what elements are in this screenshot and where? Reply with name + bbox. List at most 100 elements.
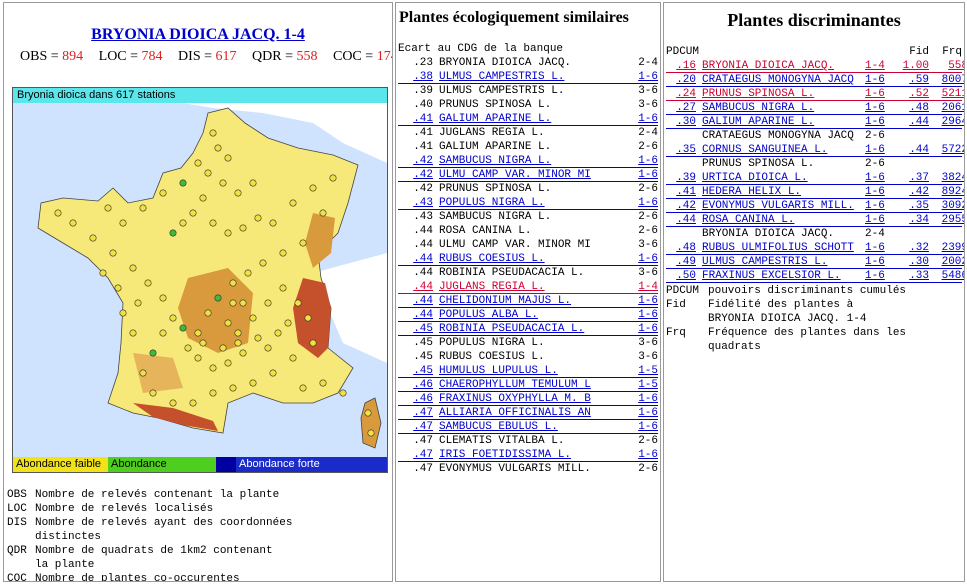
- pdcum-value: .42: [676, 200, 696, 212]
- discrim-row[interactable]: .48RUBUS ULMIFOLIUS SCHOTT1-6 .32 2399: [666, 241, 964, 255]
- occurrence-point: [159, 329, 167, 337]
- occurrence-point: [114, 284, 122, 292]
- plant-link[interactable]: HEDERA HELIX L.: [696, 185, 865, 198]
- plant-link[interactable]: SAMBUCUS EBULUS L.: [433, 420, 600, 433]
- plant-link[interactable]: URTICA DIOICA L.: [696, 171, 865, 184]
- discriminant-panel: Plantes discriminantes PDCUM Fid Frq .16…: [663, 2, 965, 582]
- pdcum-value: [666, 227, 696, 241]
- similar-row[interactable]: .43 POPULUS NIGRA L. 1-6: [398, 196, 658, 210]
- distance-value: .45: [413, 323, 433, 335]
- plant-link[interactable]: SAMBUCUS NIGRA L.: [433, 154, 600, 167]
- plant-link[interactable]: RUBUS ULMIFOLIUS SCHOTT: [696, 241, 865, 254]
- distance-value: .44: [413, 253, 433, 265]
- plant-link[interactable]: CHELIDONIUM MAJUS L.: [433, 294, 600, 307]
- distance-value: .46: [413, 393, 433, 405]
- occurrence-point: [269, 369, 277, 377]
- plant-link[interactable]: HUMULUS LUPULUS L.: [433, 364, 600, 377]
- frq-value: 558: [948, 60, 964, 72]
- plant-link[interactable]: RUBUS COESIUS L.: [433, 252, 600, 265]
- similar-row: .43 SAMBUCUS NIGRA L. 2-6: [398, 210, 658, 224]
- level-range: 3-6: [638, 337, 658, 349]
- similar-row[interactable]: .47 SAMBUCUS EBULUS L. 1-6: [398, 420, 658, 434]
- level-range: 3-6: [638, 99, 658, 111]
- note-row: BRYONIA DIOICA JACQ. 1-4: [708, 313, 867, 325]
- frq-value: 8007: [941, 74, 964, 86]
- occurrence-point: [189, 209, 197, 217]
- fid-value: .59: [909, 74, 929, 86]
- discrim-row[interactable]: .49ULMUS CAMPESTRIS L.1-6 .30 2002: [666, 255, 964, 269]
- pdcum-value: .16: [676, 60, 696, 72]
- discrim-row[interactable]: .20CRATAEGUS MONOGYNA JACQ1-6 .59 8007: [666, 73, 964, 87]
- similar-row[interactable]: .44 CHELIDONIUM MAJUS L. 1-6: [398, 294, 658, 308]
- plant-link[interactable]: JUGLANS REGIA L.: [433, 280, 600, 293]
- distance-value: .45: [413, 365, 433, 377]
- plant-link[interactable]: SAMBUCUS NIGRA L.: [696, 101, 865, 114]
- similar-row[interactable]: .45 HUMULUS LUPULUS L. 1-5: [398, 364, 658, 378]
- occurrence-point: [214, 144, 222, 152]
- plant-link[interactable]: BRYONIA DIOICA JACQ.: [696, 59, 865, 72]
- plant-link[interactable]: FRAXINUS OXYPHYLLA M. B: [433, 392, 600, 405]
- discrim-row[interactable]: .16BRYONIA DIOICA JACQ.1-4 1.00 558: [666, 59, 964, 73]
- occurrence-point: [239, 299, 247, 307]
- distribution-map[interactable]: Bryonia dioica dans 617 stations Abondan…: [12, 87, 388, 473]
- discrim-row[interactable]: .44ROSA CANINA L.1-6 .34 2955: [666, 213, 964, 227]
- similar-row[interactable]: .42 SAMBUCUS NIGRA L. 1-6: [398, 154, 658, 168]
- plant-link[interactable]: PRUNUS SPINOSA L.: [696, 87, 865, 100]
- glossary-row: QDR Nombre de quadrats de 1km2 contenant: [7, 545, 273, 557]
- similar-row[interactable]: .44 RUBUS COESIUS L. 1-6: [398, 252, 658, 266]
- plant-link[interactable]: GALIUM APARINE L.: [696, 115, 865, 128]
- discrim-row[interactable]: .50FRAXINUS EXCELSIOR L.1-6 .33 5486: [666, 269, 964, 283]
- plant-link[interactable]: ULMUS CAMPESTRIS L.: [696, 255, 865, 268]
- similar-row[interactable]: .44 POPULUS ALBA L. 1-6: [398, 308, 658, 322]
- plant-link[interactable]: ROBINIA PSEUDACACIA L.: [433, 322, 600, 335]
- discrim-row[interactable]: .24PRUNUS SPINOSA L.1-6 .52 5211: [666, 87, 964, 101]
- distance-value: .47: [413, 449, 433, 461]
- occurrence-point: [209, 219, 217, 227]
- similar-row[interactable]: .47 ALLIARIA OFFICINALIS AN 1-6: [398, 406, 658, 420]
- plant-link[interactable]: IRIS FOETIDISSIMA L.: [433, 448, 600, 461]
- similar-row[interactable]: .42 ULMU CAMP VAR. MINOR MI 1-6: [398, 168, 658, 182]
- similar-row: .47 CLEMATIS VITALBA L. 2-6: [398, 434, 658, 448]
- plant-link[interactable]: CRATAEGUS MONOGYNA JACQ: [696, 73, 865, 86]
- occurrence-point: [199, 339, 207, 347]
- similar-row: .41 JUGLANS REGIA L. 2-4: [398, 126, 658, 140]
- plant-link[interactable]: ULMU CAMP VAR. MINOR MI: [433, 168, 600, 181]
- similar-row: .40 PRUNUS SPINOSA L. 3-6: [398, 98, 658, 112]
- plant-name: JUGLANS REGIA L.: [439, 127, 545, 139]
- similar-list: .23 BRYONIA DIOICA JACQ. 2-4.38 ULMUS CAMPE…: [398, 56, 658, 476]
- level-range: 2-6: [638, 435, 658, 447]
- similar-title: Plantes écologiquement similaires: [399, 9, 629, 26]
- distance-value: .47: [413, 421, 433, 433]
- discrim-row[interactable]: .35CORNUS SANGUINEA L.1-6 .44 5722: [666, 143, 964, 157]
- fid-value: [899, 157, 929, 171]
- plant-link[interactable]: POPULUS ALBA L.: [433, 308, 600, 321]
- plant-link[interactable]: FRAXINUS EXCELSIOR L.: [696, 269, 865, 282]
- occurrence-point: [254, 214, 262, 222]
- plant-name: ROBINIA PSEUDACACIA L.: [439, 267, 585, 279]
- similar-row[interactable]: .38 ULMUS CAMPESTRIS L. 1-6: [398, 70, 658, 84]
- pdcum-value: .27: [676, 102, 696, 114]
- similar-row[interactable]: .45 ROBINIA PSEUDACACIA L. 1-6: [398, 322, 658, 336]
- plant-link[interactable]: POPULUS NIGRA L.: [433, 196, 600, 209]
- discrim-row[interactable]: .42EVONYMUS VULGARIS MILL.1-6 .35 3092: [666, 199, 964, 213]
- discrim-row[interactable]: .41HEDERA HELIX L.1-6 .42 8924: [666, 185, 964, 199]
- similar-row[interactable]: .46 CHAEROPHYLLUM TEMULUM L 1-5: [398, 378, 658, 392]
- discrim-row[interactable]: .30GALIUM APARINE L.1-6 .44 2964: [666, 115, 964, 129]
- discrim-row[interactable]: .27SAMBUCUS NIGRA L.1-6 .48 2061: [666, 101, 964, 115]
- plant-link[interactable]: CORNUS SANGUINEA L.: [696, 143, 865, 156]
- similar-row[interactable]: .46 FRAXINUS OXYPHYLLA M. B 1-6: [398, 392, 658, 406]
- plant-link[interactable]: ALLIARIA OFFICINALIS AN: [433, 406, 600, 419]
- plant-link[interactable]: CHAEROPHYLLUM TEMULUM L: [433, 378, 600, 391]
- similar-row: .45 RUBUS COESIUS L. 3-6: [398, 350, 658, 364]
- similar-row: .47 EVONYMUS VULGARIS MILL. 2-6: [398, 462, 658, 476]
- similar-row[interactable]: .47 IRIS FOETIDISSIMA L. 1-6: [398, 448, 658, 462]
- plant-link[interactable]: ULMUS CAMPESTRIS L.: [433, 70, 600, 83]
- similar-row[interactable]: .41 GALIUM APARINE L. 1-6: [398, 112, 658, 126]
- similar-row[interactable]: .44 JUGLANS REGIA L. 1-4: [398, 280, 658, 294]
- plant-link[interactable]: GALIUM APARINE L.: [433, 112, 600, 125]
- discrim-row[interactable]: .39URTICA DIOICA L.1-6 .37 3824: [666, 171, 964, 185]
- discrim-row: CRATAEGUS MONOGYNA JACQ 2-6: [666, 129, 962, 143]
- plant-link[interactable]: EVONYMUS VULGARIS MILL.: [696, 199, 865, 212]
- species-title-link[interactable]: BRYONIA DIOICA JACQ. 1-4: [4, 26, 392, 44]
- plant-link[interactable]: ROSA CANINA L.: [696, 213, 865, 226]
